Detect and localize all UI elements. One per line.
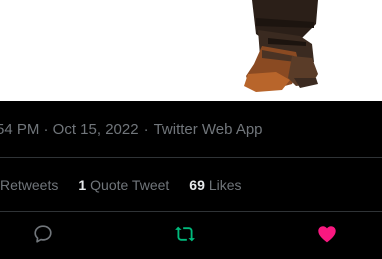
heart-icon (318, 226, 336, 243)
tweet-actions-row (0, 212, 382, 259)
retweets-label: Retweets (0, 176, 59, 193)
tweet-timestamp[interactable]: 54 PM · Oct 15, 2022 (0, 121, 139, 138)
retweet-button[interactable] (173, 222, 197, 246)
quote-tweets-stat[interactable]: 1 Quote Tweet (78, 177, 169, 193)
tweet-image[interactable] (0, 0, 382, 101)
tweet-detail: 54 PM · Oct 15, 2022 · Twitter Web App R… (0, 0, 382, 259)
likes-stat[interactable]: 69 Likes (189, 177, 241, 193)
retweet-icon (175, 226, 195, 242)
like-button[interactable] (315, 222, 339, 246)
quote-tweets-label: Quote Tweet (90, 176, 170, 193)
reply-icon (34, 225, 52, 243)
tweet-timestamp-row: 54 PM · Oct 15, 2022 · Twitter Web App (0, 101, 382, 157)
meta-separator: · (143, 120, 149, 138)
quote-tweets-count: 1 (78, 176, 87, 193)
likes-label: Likes (208, 176, 242, 193)
likes-count: 69 (189, 176, 205, 193)
retweets-stat[interactable]: Retweets (0, 177, 58, 193)
reply-button[interactable] (31, 222, 55, 246)
tweet-source[interactable]: Twitter Web App (154, 121, 263, 138)
tweet-stats-row: Retweets 1 Quote Tweet 69 Likes (0, 158, 382, 211)
boots-illustration (244, 0, 318, 92)
